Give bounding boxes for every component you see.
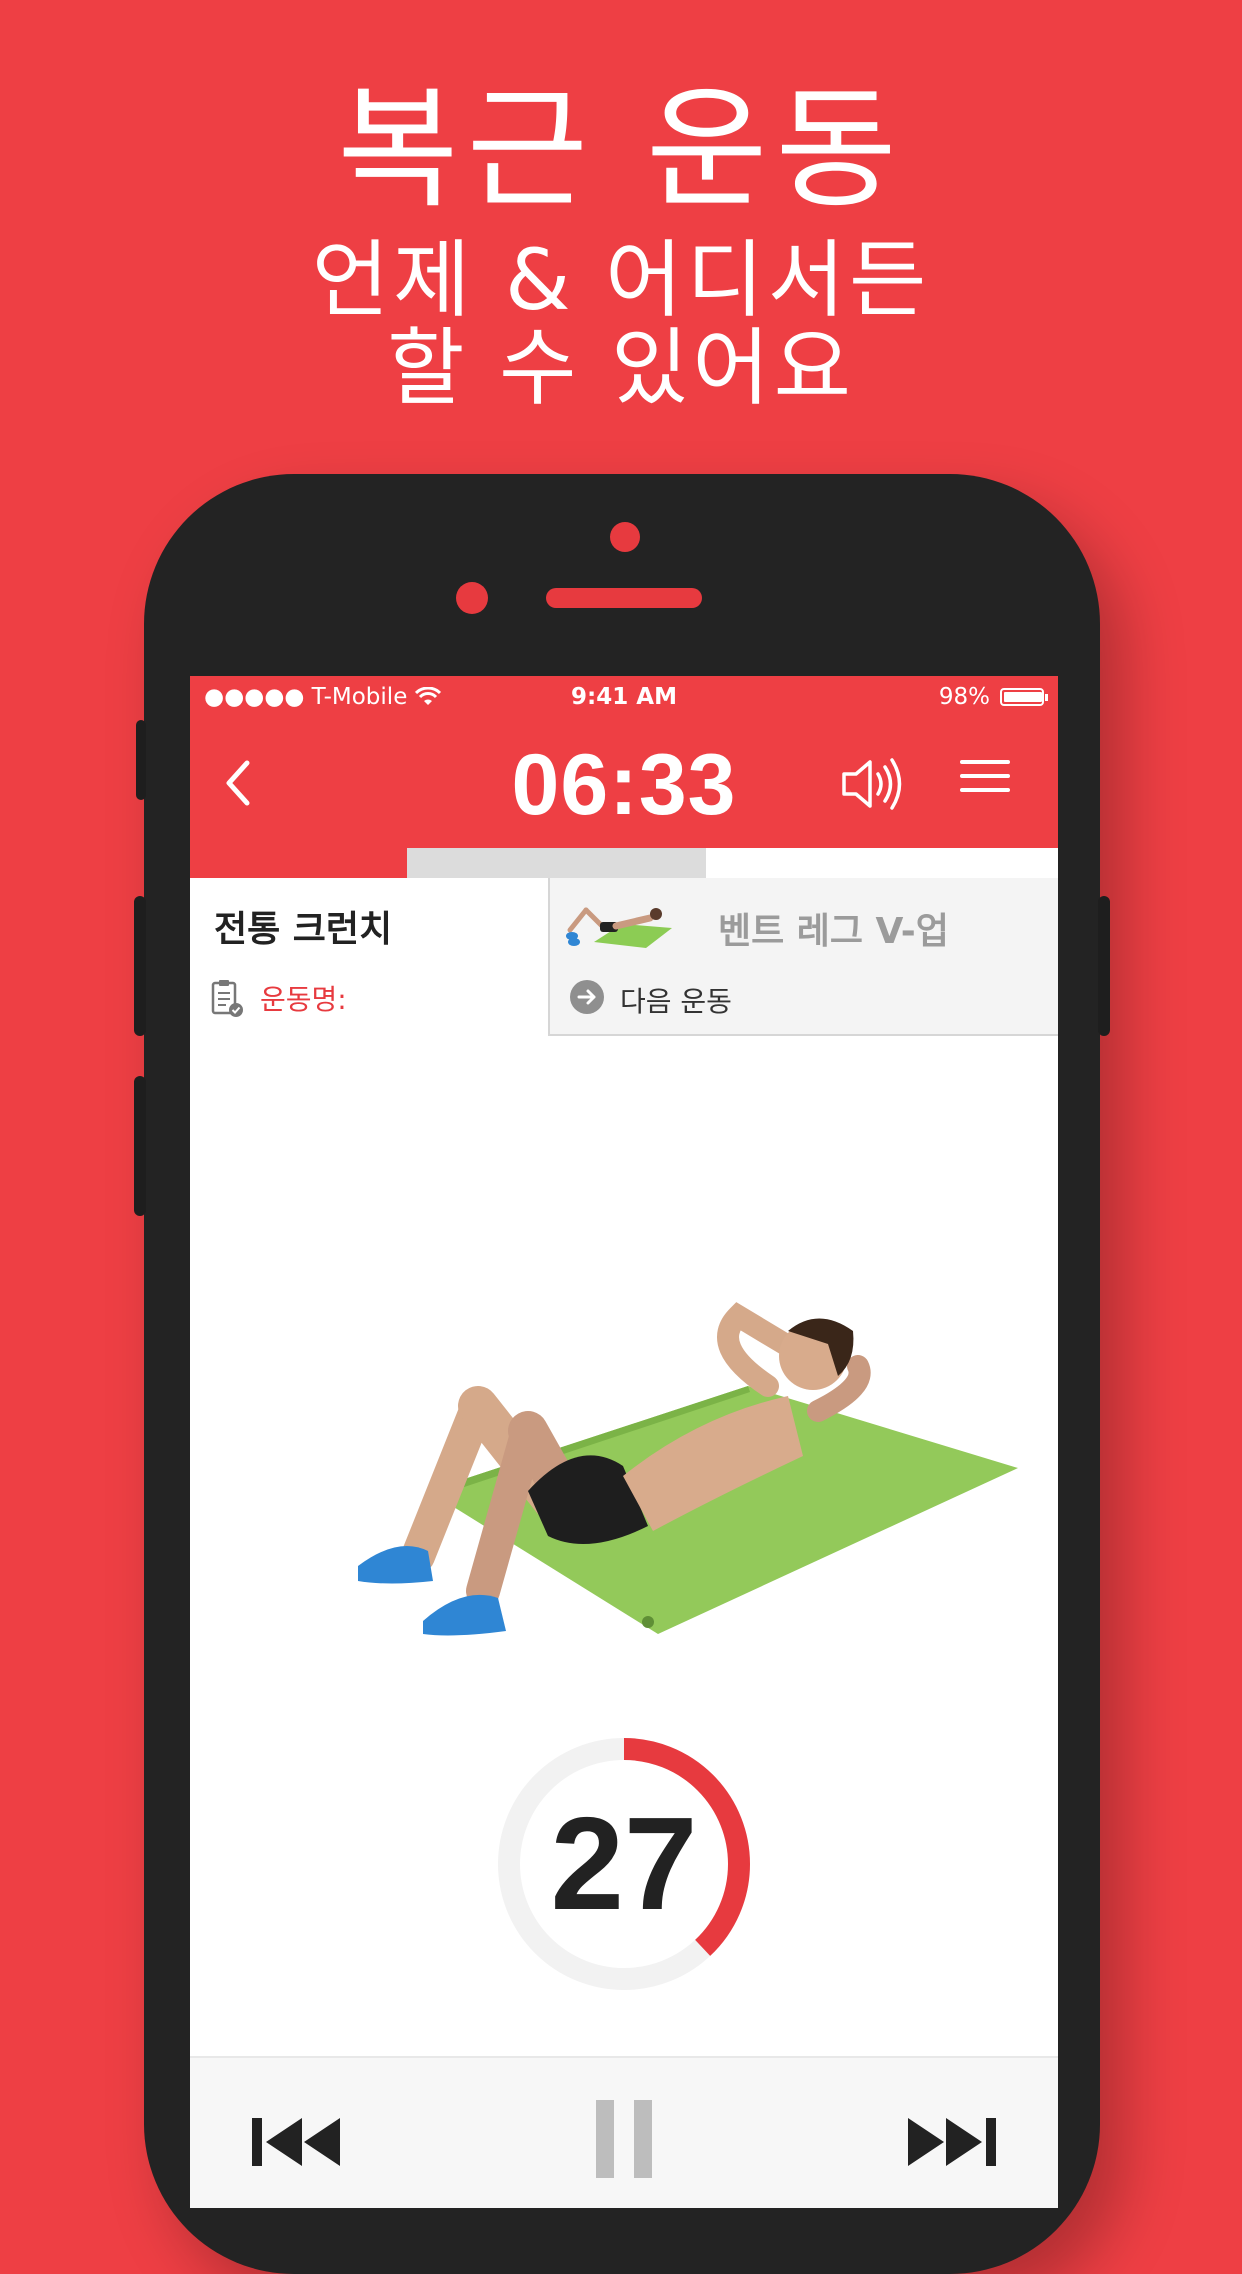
- progress-segment-done: [190, 848, 407, 878]
- next-exercise-title: 벤트 레그 V-업: [718, 911, 949, 952]
- speaker-icon: [842, 758, 902, 810]
- playback-controls: [190, 2056, 1058, 2208]
- battery-percent: 98%: [938, 684, 990, 710]
- status-bar: ●●●●● T-Mobile 9:41 AM 98%: [190, 676, 1058, 718]
- next-exercise-panel[interactable]: 벤트 레그 V-업 다음 운동: [548, 878, 1058, 1036]
- phone-sensor: [456, 582, 488, 614]
- workout-timer: 06:33: [511, 737, 737, 833]
- pause-button[interactable]: [594, 2098, 654, 2184]
- skip-back-icon: [252, 2118, 340, 2166]
- phone-camera: [610, 522, 640, 552]
- promo-title: 복근 운동: [337, 73, 905, 227]
- phone-earpiece: [546, 588, 702, 608]
- promo-subtitle-line-1: 언제 & 어디서든: [311, 231, 931, 329]
- phone-power-button: [1098, 896, 1110, 1036]
- menu-button[interactable]: [960, 760, 1010, 804]
- pause-icon: [596, 2100, 652, 2178]
- promo-subtitle-line-2: 할 수 있어요: [387, 319, 855, 417]
- next-exercise-label: 다음 운동: [620, 985, 732, 1018]
- current-exercise-label: 운동명:: [260, 983, 347, 1016]
- phone-volume-up-button: [134, 896, 146, 1036]
- rep-counter-value: 27: [550, 1790, 698, 1937]
- workout-progress-bar: [190, 848, 1058, 878]
- arrow-right-circle-icon: [570, 980, 604, 1014]
- previous-button[interactable]: [250, 2112, 346, 2176]
- skip-forward-icon: [908, 2118, 996, 2166]
- phone-side-button: [136, 720, 146, 800]
- battery-icon: [1000, 688, 1048, 706]
- status-time: 9:41 AM: [571, 684, 677, 710]
- next-exercise-thumbnail: [566, 907, 672, 948]
- next-button[interactable]: [902, 2112, 998, 2176]
- current-exercise-title: 전통 크런치: [214, 909, 393, 950]
- hamburger-menu-icon: [960, 760, 1010, 792]
- app-screen: ●●●●● T-Mobile 9:41 AM 98% 06:33 전통 크런치 …: [190, 676, 1058, 2208]
- phone-volume-down-button: [134, 1076, 146, 1216]
- clipboard-icon: [211, 980, 243, 1017]
- progress-segment-current: [407, 848, 706, 878]
- exercise-demonstration-image: [358, 1302, 1018, 1636]
- nav-bar: 06:33: [190, 718, 1058, 848]
- sound-toggle-button[interactable]: [840, 754, 906, 814]
- current-exercise-panel: 전통 크런치 운동명:: [190, 878, 548, 1038]
